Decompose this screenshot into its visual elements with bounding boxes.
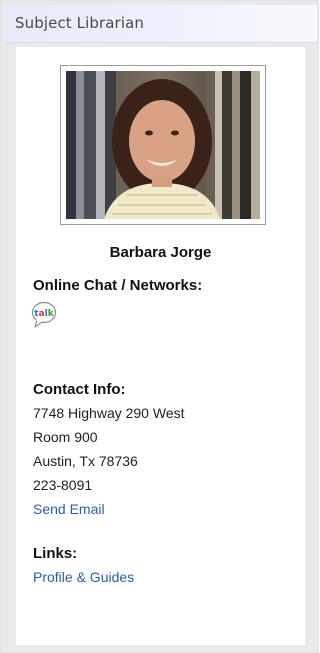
librarian-photo-image [66,71,260,219]
links-heading: Links: [33,545,78,562]
profile-guides-link[interactable]: Profile & Guides [33,569,134,585]
subject-librarian-widget: Subject Librarian Barbara Jorge Online C… [0,0,319,653]
phone-number: 223-8091 [33,477,93,493]
address-line-1: 7748 Highway 290 West [33,405,185,421]
widget-title: Subject Librarian [15,14,144,32]
librarian-name: Barbara Jorge [109,244,212,261]
online-chat-heading: Online Chat / Networks: [33,277,203,294]
address-line-2: Room 900 [33,429,98,445]
gtalk-icon[interactable]: talk [31,301,57,334]
contact-info-heading: Contact Info: [33,381,126,398]
gtalk-icon-label: talk [34,309,54,319]
widget-header: Subject Librarian [4,5,317,43]
librarian-panel: Barbara Jorge Online Chat / Networks: ta… [16,47,305,645]
address-line-3: Austin, Tx 78736 [33,453,138,469]
send-email-link[interactable]: Send Email [33,501,105,517]
librarian-photo [60,65,266,225]
